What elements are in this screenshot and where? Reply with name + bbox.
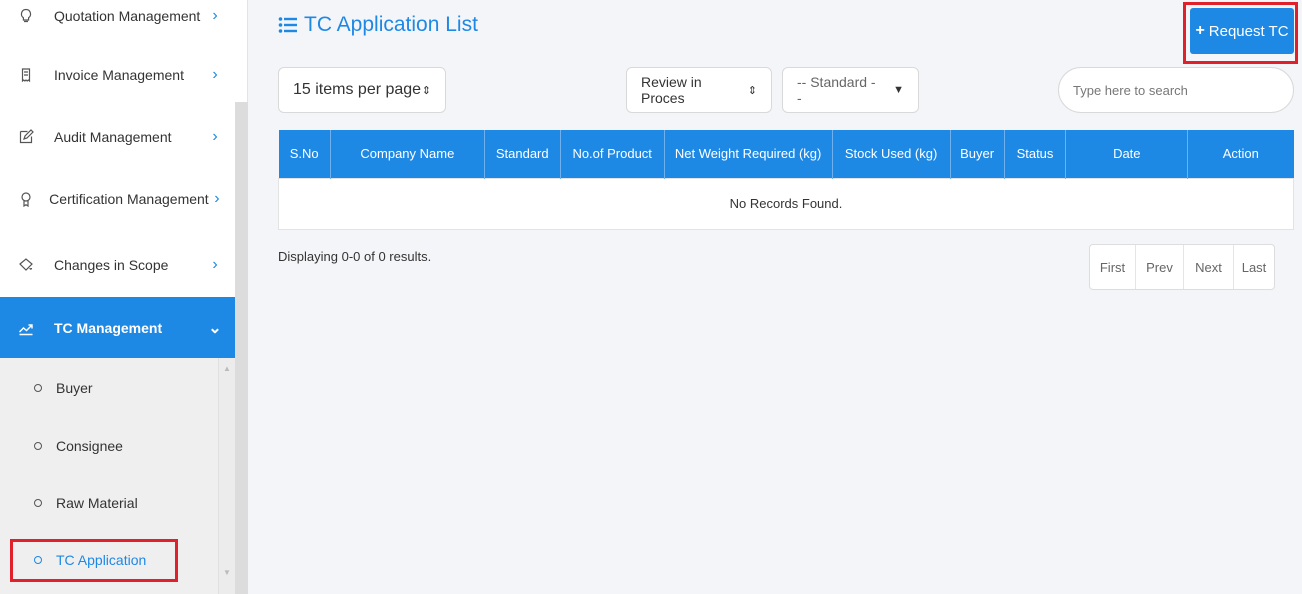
column-header-stock-used[interactable]: Stock Used (kg) — [832, 130, 951, 178]
pagination-next[interactable]: Next — [1184, 245, 1234, 289]
trend-icon — [18, 320, 44, 336]
chevron-right-icon: › — [212, 128, 218, 145]
receipt-icon — [18, 67, 44, 83]
submenu-item-consignee[interactable]: Consignee — [0, 418, 218, 474]
sidebar-item-label: Changes in Scope — [54, 257, 169, 273]
items-per-page-select[interactable]: 15 items per page ⇕ — [278, 67, 446, 113]
sidebar-item-invoice-management[interactable]: Invoice Management › — [0, 46, 235, 104]
chevron-right-icon: › — [212, 256, 218, 273]
search-box[interactable] — [1058, 67, 1294, 113]
column-header-action: Action — [1187, 130, 1294, 178]
column-header-buyer[interactable]: Buyer — [950, 130, 1005, 178]
column-header-status[interactable]: Status — [1004, 130, 1067, 178]
empty-table-message: No Records Found. — [278, 177, 1294, 230]
column-header-sno[interactable]: S.No — [278, 130, 331, 178]
pagination-last[interactable]: Last — [1234, 245, 1274, 289]
bucket-icon — [18, 257, 44, 273]
sidebar-item-label: TC Management — [54, 319, 163, 336]
submenu-item-label: TC Application — [56, 552, 147, 568]
pagination: First Prev Next Last — [1089, 244, 1275, 290]
request-tc-label: Request TC — [1208, 22, 1289, 40]
items-per-page-value: 15 items per page — [293, 81, 422, 98]
submenu-scrollbar[interactable]: ▲ ▼ — [218, 358, 235, 594]
submenu-item-tc-application[interactable]: TC Application — [0, 532, 218, 588]
submenu-item-label: Raw Material — [56, 495, 138, 511]
circle-bullet-icon — [34, 384, 42, 392]
submenu-item-raw-material[interactable]: Raw Material — [0, 475, 218, 531]
scroll-down-arrow-icon[interactable]: ▼ — [222, 568, 232, 578]
list-icon — [278, 16, 298, 34]
standard-filter-select[interactable]: -- Standard -- ▼ — [782, 67, 919, 113]
sidebar-item-changes-in-scope[interactable]: Changes in Scope › — [0, 236, 235, 294]
submenu-item-label: Consignee — [56, 438, 123, 454]
sidebar-item-certification-management[interactable]: Certification Management › — [0, 170, 235, 228]
sidebar-item-label: Invoice Management — [54, 67, 184, 83]
standard-filter-value: -- Standard -- — [797, 74, 876, 106]
sidebar-item-tc-management[interactable]: TC Management ⌄ — [0, 297, 235, 358]
table-header-row: S.No Company Name Standard No.of Product… — [278, 130, 1294, 178]
up-down-arrow-icon: ⇕ — [747, 84, 757, 97]
chevron-right-icon: › — [212, 66, 218, 83]
column-header-standard[interactable]: Standard — [484, 130, 561, 178]
tc-application-table: S.No Company Name Standard No.of Product… — [278, 130, 1294, 230]
up-down-arrow-icon: ⇕ — [421, 84, 431, 97]
main-content: TC Application List + Request TC 15 item… — [248, 0, 1302, 594]
sidebar-item-quotation-management[interactable]: Quotation Management › — [0, 0, 235, 45]
tc-management-submenu: Buyer Consignee Raw Material TC Applicat… — [0, 358, 218, 594]
bulb-icon — [18, 8, 44, 24]
edit-icon — [18, 129, 44, 145]
column-header-company-name[interactable]: Company Name — [330, 130, 485, 178]
circle-bullet-icon — [34, 442, 42, 450]
chevron-right-icon: › — [214, 190, 220, 207]
award-icon — [18, 191, 39, 207]
table-row: No Records Found. — [278, 177, 1294, 230]
submenu-item-label: Buyer — [56, 380, 93, 396]
submenu-item-buyer[interactable]: Buyer — [0, 360, 218, 416]
chevron-right-icon: › — [212, 7, 218, 24]
pagination-prev[interactable]: Prev — [1136, 245, 1184, 289]
sidebar-item-label: Certification Management — [49, 191, 209, 207]
circle-bullet-icon — [34, 499, 42, 507]
search-input[interactable] — [1073, 82, 1279, 98]
sidebar-item-label: Audit Management — [54, 129, 172, 145]
caret-down-icon: ▼ — [893, 84, 904, 96]
sidebar: Quotation Management › Invoice Managemen… — [0, 0, 248, 594]
pagination-first[interactable]: First — [1090, 245, 1136, 289]
status-filter-value: Review in Proces — [641, 74, 702, 106]
sidebar-item-audit-management[interactable]: Audit Management › — [0, 108, 235, 166]
request-tc-button[interactable]: + Request TC — [1190, 8, 1294, 54]
column-header-date[interactable]: Date — [1065, 130, 1189, 178]
scroll-up-arrow-icon[interactable]: ▲ — [222, 364, 232, 374]
page-title-text: TC Application List — [304, 13, 478, 36]
chevron-down-icon: ⌄ — [208, 319, 222, 337]
sidebar-item-label: Quotation Management — [54, 8, 201, 24]
column-header-net-weight[interactable]: Net Weight Required (kg) — [664, 130, 833, 178]
results-summary: Displaying 0-0 of 0 results. — [278, 249, 432, 264]
column-header-no-of-product[interactable]: No.of Product — [560, 130, 665, 178]
circle-bullet-icon — [34, 556, 42, 564]
status-filter-select[interactable]: Review in Proces ⇕ — [626, 67, 772, 113]
plus-icon: + — [1195, 22, 1205, 39]
sidebar-scrollbar[interactable] — [235, 102, 248, 594]
page-title: TC Application List — [278, 13, 478, 37]
